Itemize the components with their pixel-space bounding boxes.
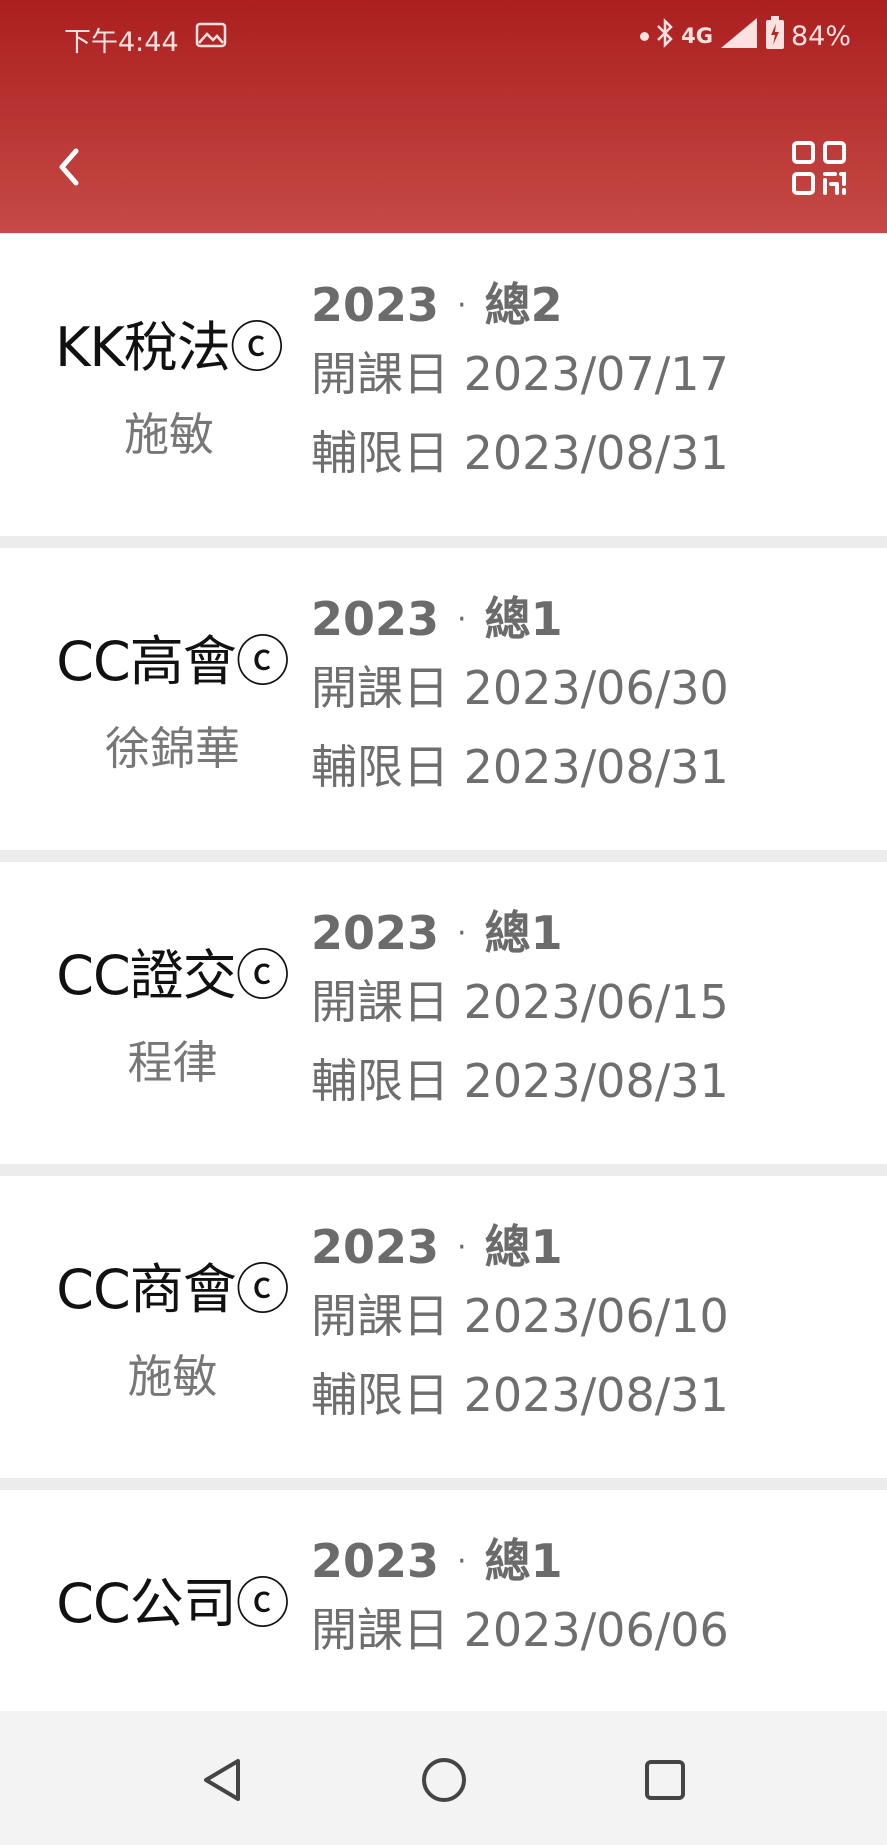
nav-back-button[interactable] [196,1753,250,1807]
qr-code-button[interactable] [791,140,847,196]
course-card[interactable]: CC商會ⓒ 施敏 2023 · 總1 開課日 2023/06/10 輔限日 2023… [0,1176,887,1478]
bluetooth-icon [655,17,675,55]
course-total: 總1 [484,592,563,646]
course-year: 2023 [311,592,440,646]
course-deadline: 輔限日 2023/08/31 [311,426,729,480]
battery-icon [765,16,785,57]
status-bar: 下午4:44 4G 84% [0,0,887,76]
course-deadline: 輔限日 2023/08/31 [311,740,729,794]
course-teacher: 施敏 [123,408,214,461]
course-name: CC公司ⓒ [56,1572,289,1635]
course-card[interactable]: CC證交ⓒ 程律 2023 · 總1 開課日 2023/06/15 輔限日 2023… [0,862,887,1164]
image-notification-icon [195,22,227,55]
network-type: 4G [681,24,713,48]
course-name: CC商會ⓒ [56,1258,289,1321]
course-deadline: 輔限日 2023/08/31 [311,1054,729,1108]
course-list: KK稅法ⓒ 施敏 2023 · 總2 開課日 2023/07/17 輔限日 2023… [0,234,887,1804]
course-card[interactable]: KK稅法ⓒ 施敏 2023 · 總2 開課日 2023/07/17 輔限日 2023… [0,234,887,536]
separator-dot: · [457,288,467,323]
course-year: 2023 [311,278,440,332]
course-start-date: 開課日 2023/06/30 [311,661,729,715]
course-info: 2023 · 總2 開課日 2023/07/17 輔限日 2023/08/31 [311,275,729,493]
course-total: 總2 [484,278,563,332]
circle-home-icon [422,1758,466,1802]
square-recents-icon [645,1760,685,1800]
course-name: KK稅法ⓒ [55,316,284,379]
back-button[interactable] [44,137,94,197]
course-year: 2023 [311,1534,440,1588]
course-total: 總1 [484,906,563,960]
course-info: 2023 · 總1 開課日 2023/06/10 輔限日 2023/08/31 [311,1217,729,1435]
course-info: 2023 · 總1 開課日 2023/06/30 輔限日 2023/08/31 [311,589,729,807]
status-indicators: 4G 84% [640,16,851,57]
course-start-date: 開課日 2023/06/15 [311,975,729,1029]
triangle-back-icon [204,1759,240,1801]
system-nav-bar [0,1711,887,1845]
app-header: 下午4:44 4G 84% [0,0,887,233]
separator-dot: · [457,1544,467,1579]
course-year: 2023 [311,906,440,960]
course-info: 2023 · 總1 開課日 2023/06/15 輔限日 2023/08/31 [311,903,729,1121]
signal-icon [719,17,759,56]
course-total: 總1 [484,1534,563,1588]
course-deadline: 輔限日 2023/08/31 [311,1368,729,1422]
course-start-date: 開課日 2023/07/17 [311,347,729,401]
separator-dot: · [457,916,467,951]
course-teacher: 徐錦華 [104,722,240,775]
qr-code-icon [792,141,846,195]
nav-home-button[interactable] [417,1753,471,1807]
course-name: CC證交ⓒ [56,944,289,1007]
separator-dot: · [457,1230,467,1265]
course-teacher: 程律 [127,1036,218,1089]
course-start-date: 開課日 2023/06/06 [311,1603,729,1657]
course-teacher: 施敏 [127,1350,218,1403]
battery-level: 84% [790,21,851,52]
nav-recents-button[interactable] [638,1753,692,1807]
separator-dot: · [457,602,467,637]
course-year: 2023 [311,1220,440,1274]
course-total: 總1 [484,1220,563,1274]
chevron-left-icon [59,148,79,186]
status-time: 下午4:44 [64,27,179,58]
notification-dot-icon [640,32,650,41]
course-card[interactable]: CC高會ⓒ 徐錦華 2023 · 總1 開課日 2023/06/30 輔限日 202… [0,548,887,850]
course-name: CC高會ⓒ [56,630,289,693]
course-start-date: 開課日 2023/06/10 [311,1289,729,1343]
